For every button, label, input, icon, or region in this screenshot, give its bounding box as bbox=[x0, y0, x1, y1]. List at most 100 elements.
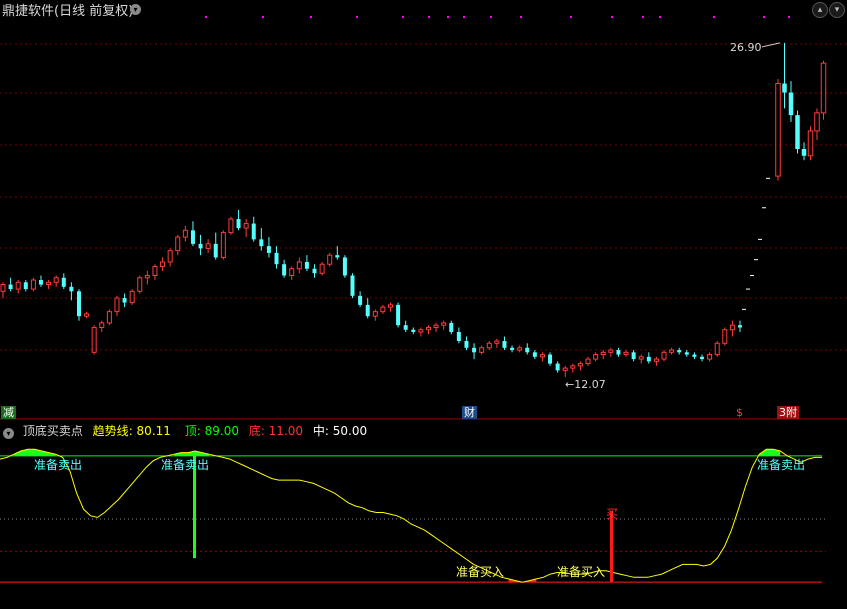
top-readout: 顶: 89.00 bbox=[184, 424, 239, 438]
event-tag-finance[interactable]: 财 bbox=[462, 406, 477, 419]
mid-readout: 中: 50.00 bbox=[312, 424, 368, 438]
candle bbox=[114, 297, 120, 313]
candle bbox=[335, 255, 340, 258]
candle bbox=[472, 347, 477, 353]
bottom-value: 11.00 bbox=[268, 424, 304, 438]
sell-label: 准备卖出 bbox=[34, 458, 82, 472]
candle bbox=[30, 279, 36, 290]
candle bbox=[517, 347, 523, 351]
candle bbox=[532, 352, 537, 357]
candle bbox=[213, 243, 218, 258]
candle bbox=[562, 367, 568, 371]
chevron-down-icon[interactable]: ▾ bbox=[3, 428, 14, 439]
candle bbox=[479, 347, 485, 353]
candle bbox=[548, 354, 553, 364]
stock-title[interactable]: 鼎捷软件(日线 前复权) bbox=[2, 0, 133, 19]
event-tag-reduce[interactable]: 减 bbox=[1, 406, 16, 419]
candle bbox=[358, 295, 363, 305]
candle bbox=[433, 324, 439, 328]
candle bbox=[296, 261, 302, 270]
candle bbox=[122, 298, 127, 303]
candle bbox=[441, 322, 447, 326]
chevron-up-icon[interactable]: ▴ bbox=[812, 2, 828, 18]
signal-dot bbox=[659, 16, 661, 18]
mid-value: 50.00 bbox=[332, 424, 368, 438]
candle bbox=[76, 291, 81, 317]
candle bbox=[494, 340, 500, 344]
candle bbox=[53, 277, 59, 283]
candle bbox=[106, 311, 112, 324]
candle bbox=[266, 246, 271, 253]
indicator-name[interactable]: 顶底买卖点 bbox=[23, 424, 83, 438]
candle bbox=[23, 282, 28, 290]
candle bbox=[631, 352, 636, 360]
candle bbox=[46, 281, 52, 286]
chevron-down-icon[interactable]: ▾ bbox=[130, 4, 141, 15]
candle bbox=[182, 229, 188, 238]
trend-line bbox=[0, 448, 822, 583]
candle bbox=[646, 356, 651, 362]
signal-dot bbox=[763, 16, 765, 18]
candle bbox=[167, 250, 173, 263]
signal-dot bbox=[788, 16, 790, 18]
signal-dot bbox=[428, 16, 430, 18]
candle bbox=[312, 268, 317, 274]
top-label: 顶 bbox=[184, 424, 197, 438]
candle bbox=[69, 286, 74, 292]
candle bbox=[38, 280, 43, 285]
candle bbox=[403, 325, 408, 330]
candle bbox=[456, 331, 461, 342]
candle bbox=[289, 268, 295, 277]
spike-candle bbox=[820, 62, 827, 114]
candle bbox=[464, 341, 469, 348]
sell-label: 准备卖出 bbox=[757, 458, 805, 472]
event-tag-attachment[interactable]: 3附 bbox=[777, 406, 799, 419]
chevron-down-icon[interactable]: ▾ bbox=[829, 2, 845, 18]
candle bbox=[228, 218, 234, 234]
high-price-label: 26.90 bbox=[730, 41, 762, 54]
candle bbox=[722, 329, 728, 344]
candle bbox=[616, 350, 621, 355]
low-price-label: ←12.07 bbox=[565, 378, 606, 391]
candle bbox=[714, 342, 720, 356]
bottom-readout: 底: 11.00 bbox=[248, 424, 304, 438]
buy-stick bbox=[610, 510, 613, 583]
candle bbox=[449, 322, 454, 332]
candle bbox=[8, 284, 13, 290]
candle bbox=[282, 264, 287, 276]
candle bbox=[160, 261, 166, 267]
high-marker-line bbox=[761, 42, 781, 48]
candle bbox=[729, 324, 735, 331]
signal-dot bbox=[520, 16, 522, 18]
signal-dot bbox=[205, 16, 207, 18]
stock-chart: 26.90 ←12.07 买 准备卖出 准备卖出 准备卖出准备买入 准备买入 bbox=[0, 16, 847, 583]
buy-label: 准备买入 bbox=[557, 565, 605, 579]
candle bbox=[61, 277, 66, 287]
candle bbox=[137, 277, 143, 292]
candle bbox=[623, 351, 629, 356]
candle bbox=[342, 257, 347, 276]
candle bbox=[175, 236, 181, 252]
mid-label: 中 bbox=[312, 424, 325, 438]
candle bbox=[684, 352, 689, 355]
candle bbox=[190, 230, 195, 244]
spike-candle bbox=[782, 83, 787, 93]
signal-dot bbox=[490, 16, 492, 18]
candle bbox=[510, 347, 515, 351]
event-tag-dividend[interactable]: $ bbox=[734, 406, 745, 419]
candle bbox=[692, 354, 697, 357]
signal-dot bbox=[262, 16, 264, 18]
candle bbox=[251, 223, 256, 240]
candle bbox=[653, 358, 659, 362]
candle bbox=[700, 356, 705, 360]
candle bbox=[585, 358, 591, 365]
spike-candle bbox=[788, 92, 794, 116]
top-value: 89.00 bbox=[204, 424, 239, 438]
candle bbox=[661, 351, 667, 360]
signal-dot bbox=[447, 16, 449, 18]
candle bbox=[570, 365, 576, 369]
candle bbox=[304, 261, 309, 269]
signal-dot bbox=[611, 16, 613, 18]
candle bbox=[525, 347, 530, 353]
candle bbox=[669, 349, 675, 353]
